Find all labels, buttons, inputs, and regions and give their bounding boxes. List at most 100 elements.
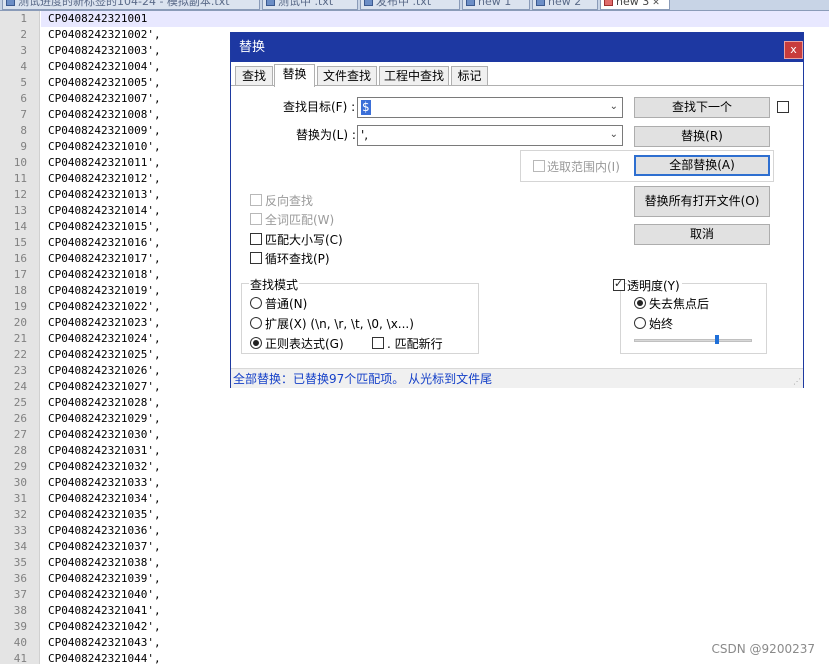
code-line[interactable]: CP0408242321030', <box>48 427 161 443</box>
code-line[interactable]: CP0408242321032', <box>48 459 161 475</box>
code-line[interactable]: CP0408242321014', <box>48 203 161 219</box>
code-line[interactable]: CP0408242321042', <box>48 619 161 635</box>
tab-find-in-files[interactable]: 文件查找 <box>317 66 377 86</box>
find-label: 查找目标(F) : <box>283 100 356 114</box>
code-line[interactable]: CP0408242321043', <box>48 635 161 651</box>
line-number: 5 <box>20 76 27 89</box>
in-selection-checkbox[interactable] <box>533 160 545 172</box>
line-number: 22 <box>13 348 27 361</box>
find-next-option-checkbox[interactable] <box>777 101 789 113</box>
transparency-checkbox[interactable] <box>613 277 625 291</box>
on-lose-focus-radio[interactable] <box>634 297 646 309</box>
always-radio[interactable] <box>634 317 646 329</box>
code-line[interactable]: CP0408242321005', <box>48 75 161 91</box>
file-tab-3[interactable]: 发布中 .txt <box>360 0 460 10</box>
code-line[interactable]: CP0408242321001 <box>48 11 147 27</box>
tab-mark[interactable]: 标记 <box>451 66 488 86</box>
chevron-down-icon[interactable]: ⌄ <box>610 129 618 140</box>
file-tab-1[interactable]: 测试进度的新标签的104-24 - 模拟副本.txt <box>2 0 260 10</box>
tab-replace[interactable]: 替换 <box>274 64 315 87</box>
code-line[interactable]: CP0408242321031', <box>48 443 161 459</box>
normal-mode-label: 普通(N) <box>265 297 308 311</box>
file-tab-label: new 3 <box>616 0 650 8</box>
dot-matches-newline-checkbox[interactable] <box>372 337 384 349</box>
code-line[interactable]: CP0408242321037', <box>48 539 161 555</box>
code-line[interactable]: CP0408242321009', <box>48 123 161 139</box>
cancel-button[interactable]: 取消 <box>634 224 770 245</box>
line-number: 26 <box>13 412 27 425</box>
close-button[interactable]: x <box>784 41 803 59</box>
code-line[interactable]: CP0408242321018', <box>48 267 161 283</box>
replace-label: 替换为(L) : <box>296 128 356 142</box>
code-line[interactable]: CP0408242321016', <box>48 235 161 251</box>
match-case-checkbox[interactable] <box>250 233 262 245</box>
code-line[interactable]: CP0408242321035', <box>48 507 161 523</box>
line-number: 4 <box>20 60 27 73</box>
backward-checkbox[interactable] <box>250 194 262 206</box>
wrap-around-checkbox[interactable] <box>250 252 262 264</box>
close-tab-icon[interactable]: ✕ <box>652 0 660 8</box>
line-number: 24 <box>13 380 27 393</box>
code-line[interactable]: CP0408242321011', <box>48 155 161 171</box>
line-number: 18 <box>13 284 27 297</box>
code-line[interactable]: CP0408242321038', <box>48 555 161 571</box>
code-line[interactable]: CP0408242321012', <box>48 171 161 187</box>
transparency-slider-thumb[interactable] <box>714 335 719 344</box>
file-tab-2[interactable]: 测试中 .txt <box>262 0 358 10</box>
code-line[interactable]: CP0408242321034', <box>48 491 161 507</box>
whole-word-checkbox[interactable] <box>250 213 262 225</box>
chevron-down-icon[interactable]: ⌄ <box>610 101 618 112</box>
code-line[interactable]: CP0408242321028', <box>48 395 161 411</box>
code-line[interactable]: CP0408242321003', <box>48 43 161 59</box>
code-line[interactable]: CP0408242321004', <box>48 59 161 75</box>
resize-grip-icon[interactable]: ⋰ <box>793 378 801 386</box>
transparency-slider-track[interactable] <box>634 339 752 342</box>
line-number: 31 <box>13 492 27 505</box>
line-number: 8 <box>20 124 27 137</box>
code-line[interactable]: CP0408242321023', <box>48 315 161 331</box>
code-line[interactable]: CP0408242321002', <box>48 27 161 43</box>
line-number: 34 <box>13 540 27 553</box>
find-input[interactable]: $ ⌄ <box>357 97 623 118</box>
code-line[interactable]: CP0408242321036', <box>48 523 161 539</box>
file-tab-5[interactable]: new 2 <box>532 0 598 10</box>
code-line[interactable]: CP0408242321029', <box>48 411 161 427</box>
code-line[interactable]: CP0408242321027', <box>48 379 161 395</box>
regex-mode-radio[interactable] <box>250 337 262 349</box>
file-tab-4[interactable]: new 1 <box>462 0 530 10</box>
code-line[interactable]: CP0408242321039', <box>48 571 161 587</box>
line-number: 20 <box>13 316 27 329</box>
line-number: 29 <box>13 460 27 473</box>
code-line[interactable]: CP0408242321022', <box>48 299 161 315</box>
extended-mode-radio[interactable] <box>250 317 262 329</box>
file-icon <box>536 0 545 6</box>
code-line[interactable]: CP0408242321008', <box>48 107 161 123</box>
replace-all-button[interactable]: 全部替换(A) <box>634 155 770 176</box>
replace-input[interactable]: ', ⌄ <box>357 125 623 146</box>
file-tab-6[interactable]: new 3 ✕ <box>600 0 670 10</box>
replace-button[interactable]: 替换(R) <box>634 126 770 147</box>
code-line[interactable]: CP0408242321017', <box>48 251 161 267</box>
tab-find[interactable]: 查找 <box>235 66 273 86</box>
file-tab-label: 测试中 .txt <box>278 0 334 8</box>
code-line[interactable]: CP0408242321026', <box>48 363 161 379</box>
code-line[interactable]: CP0408242321019', <box>48 283 161 299</box>
code-line[interactable]: CP0408242321010', <box>48 139 161 155</box>
replace-all-open-files-button[interactable]: 替换所有打开文件(O) <box>634 186 770 217</box>
code-line[interactable]: CP0408242321025', <box>48 347 161 363</box>
normal-mode-radio[interactable] <box>250 297 262 309</box>
watermark: CSDN @9200237 <box>711 642 815 656</box>
code-line[interactable]: CP0408242321007', <box>48 91 161 107</box>
code-line[interactable]: CP0408242321033', <box>48 475 161 491</box>
code-line[interactable]: CP0408242321015', <box>48 219 161 235</box>
code-line[interactable]: CP0408242321013', <box>48 187 161 203</box>
dialog-title-bar[interactable]: 替换 x <box>231 33 803 62</box>
line-number: 40 <box>13 636 27 649</box>
code-line[interactable]: CP0408242321044', <box>48 651 161 664</box>
code-line[interactable]: CP0408242321040', <box>48 587 161 603</box>
find-next-button[interactable]: 查找下一个 <box>634 97 770 118</box>
code-line[interactable]: CP0408242321041', <box>48 603 161 619</box>
tab-find-in-projects[interactable]: 工程中查找 <box>379 66 449 86</box>
code-line[interactable]: CP0408242321024', <box>48 331 161 347</box>
line-number: 30 <box>13 476 27 489</box>
